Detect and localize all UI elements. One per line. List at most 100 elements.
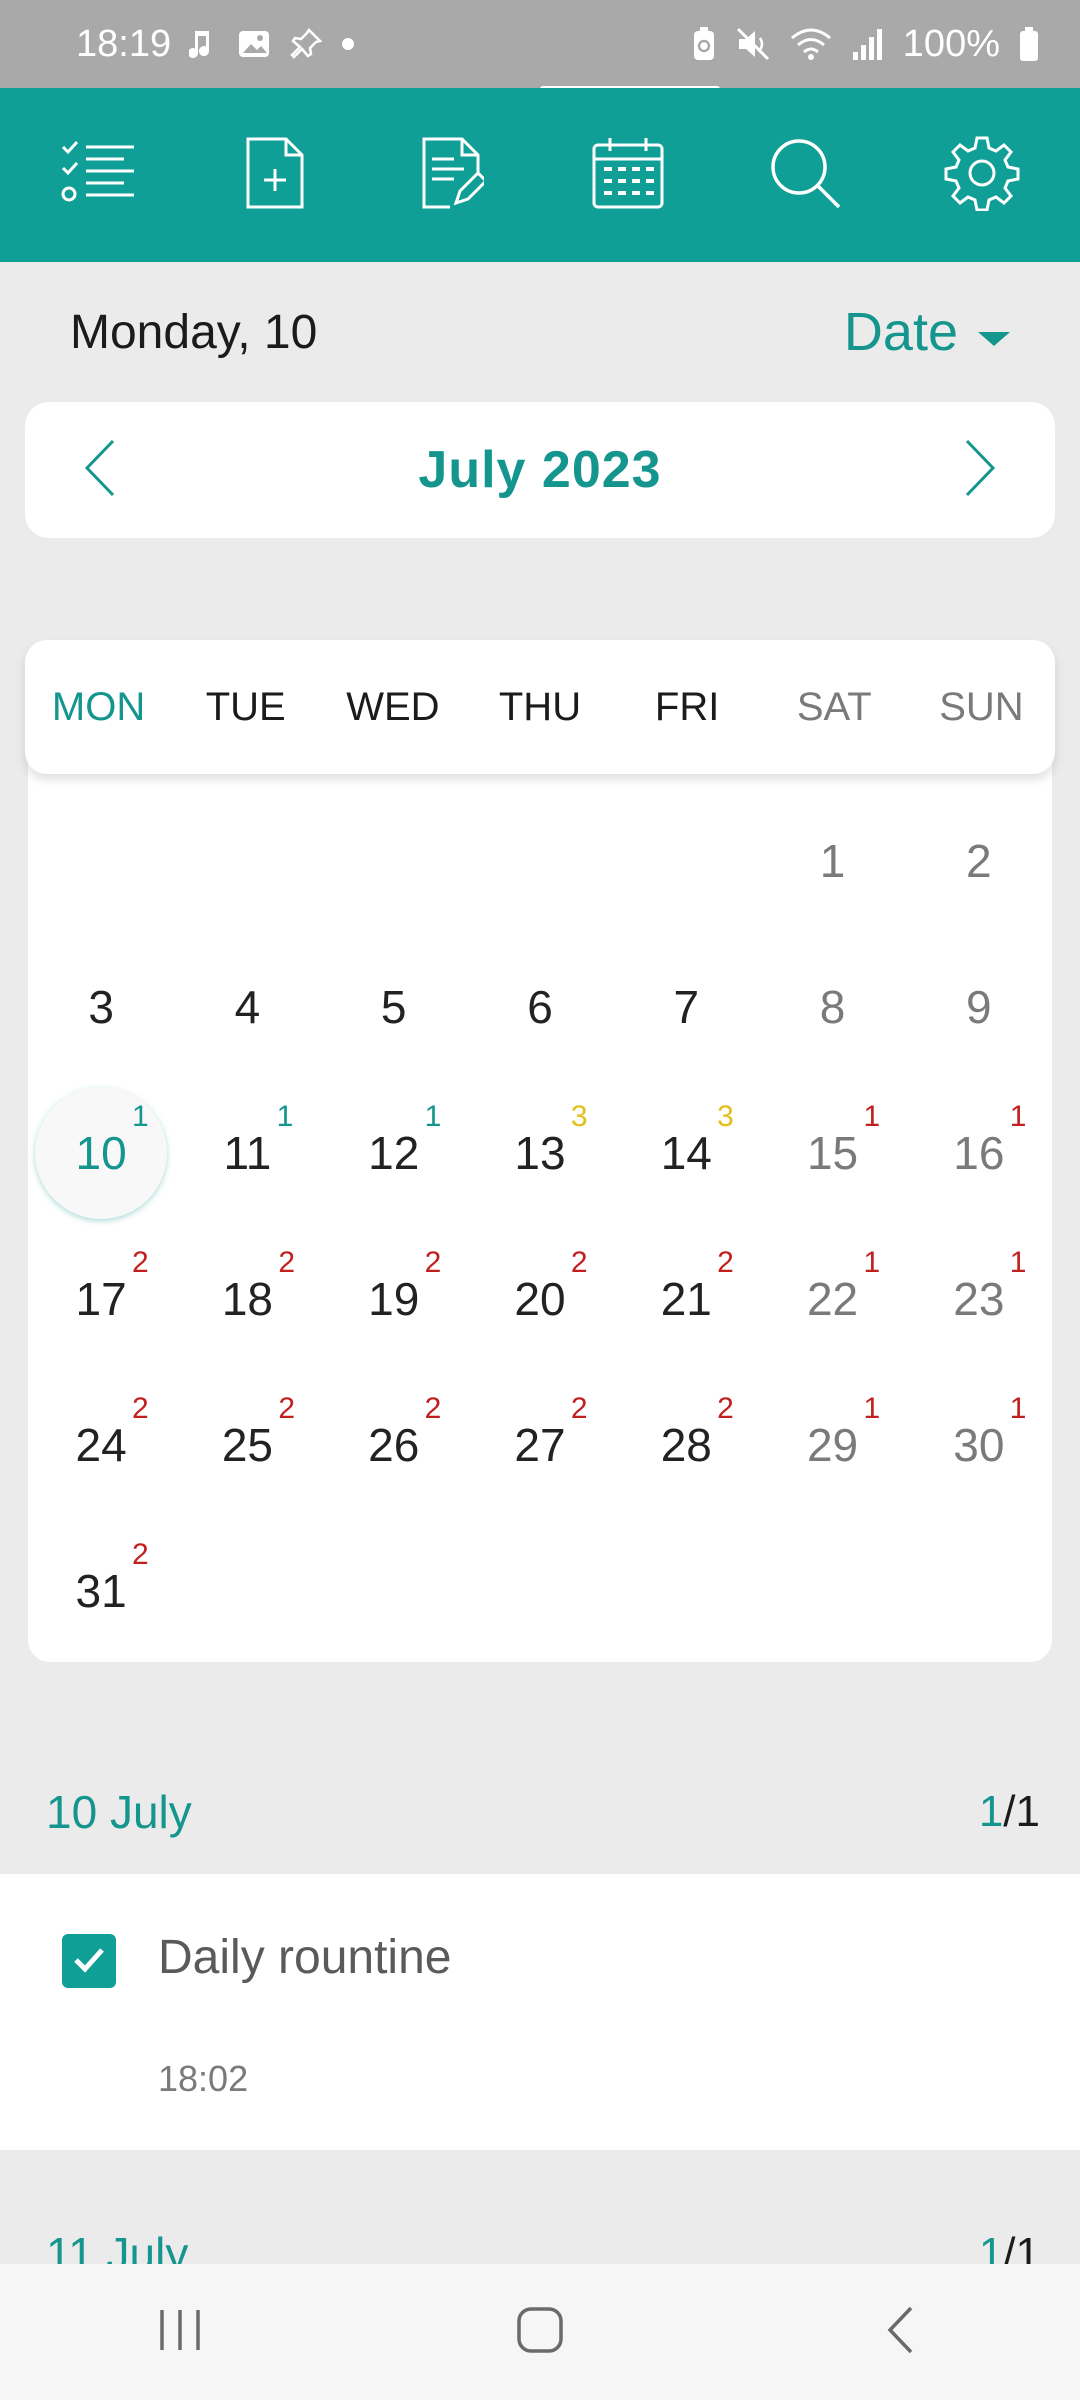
calendar-day[interactable]: 16 1 (906, 1080, 1052, 1226)
day-content: 28 2 (661, 1392, 734, 1472)
checklist-button[interactable] (38, 115, 158, 235)
task-checkbox[interactable] (62, 1934, 116, 1988)
section-count: 1/1 (979, 1787, 1040, 1837)
calendar-day[interactable]: 5 (321, 934, 467, 1080)
day-content: 26 2 (368, 1392, 441, 1472)
calendar-day[interactable]: 17 2 (28, 1226, 174, 1372)
day-content: 14 3 (661, 1100, 734, 1180)
calendar-day[interactable]: 28 2 (613, 1372, 759, 1518)
checklist-icon (60, 135, 136, 216)
calendar-view-button[interactable] (568, 115, 688, 235)
next-month-button[interactable] (945, 430, 1015, 510)
day-number: 31 (75, 1565, 127, 1617)
day-note-count: 2 (570, 1392, 588, 1425)
sort-dropdown[interactable]: Date (844, 301, 1010, 363)
calendar-day[interactable]: 3 (28, 934, 174, 1080)
back-button[interactable] (830, 2282, 970, 2382)
pin-icon (289, 27, 323, 61)
checkmark-icon (69, 1939, 109, 1984)
day-content: 31 2 (75, 1538, 149, 1618)
calendar-day[interactable]: 12 1 (321, 1080, 467, 1226)
calendar-day[interactable]: 20 2 (467, 1226, 613, 1372)
calendar-blank (613, 788, 759, 934)
day-number: 23 (953, 1273, 1005, 1325)
calendar-day[interactable]: 11 1 (174, 1080, 320, 1226)
day-content: 30 1 (953, 1392, 1026, 1472)
weekday-sun: SUN (939, 684, 1024, 729)
calendar-icon (590, 135, 666, 216)
task-item[interactable]: Daily rountine 18:02 (0, 1874, 1080, 2150)
calendar-day[interactable]: 1 (759, 788, 905, 934)
day-content: 27 2 (514, 1392, 587, 1472)
recent-apps-button[interactable] (110, 2282, 250, 2382)
calendar-day[interactable]: 15 1 (759, 1080, 905, 1226)
calendar-day[interactable]: 2 (906, 788, 1052, 934)
day-number: 30 (953, 1419, 1005, 1471)
calendar-day[interactable]: 19 2 (321, 1226, 467, 1372)
calendar-day[interactable]: 29 1 (759, 1372, 905, 1518)
battery-level: 100% (902, 22, 1000, 65)
calendar-day[interactable]: 22 1 (759, 1226, 905, 1372)
day-number: 12 (368, 1127, 420, 1179)
edit-note-button[interactable] (392, 115, 512, 235)
calendar-day[interactable]: 7 (613, 934, 759, 1080)
calendar-day[interactable]: 8 (759, 934, 905, 1080)
day-note-count: 1 (132, 1100, 149, 1133)
day-number: 22 (806, 1273, 859, 1325)
day-number: 3 (88, 981, 114, 1033)
calendar-day[interactable]: 25 2 (174, 1372, 320, 1518)
previous-month-button[interactable] (65, 430, 135, 510)
recent-apps-icon (156, 2308, 204, 2357)
calendar-day[interactable]: 23 1 (906, 1226, 1052, 1372)
settings-button[interactable] (922, 115, 1042, 235)
battery-icon (1018, 26, 1040, 62)
calendar-day[interactable]: 30 1 (906, 1372, 1052, 1518)
day-content: 5 (381, 980, 407, 1034)
calendar-day-selected[interactable]: 10 1 (28, 1080, 174, 1226)
calendar-day[interactable]: 27 2 (467, 1372, 613, 1518)
day-note-count: 2 (132, 1538, 149, 1571)
day-note-count: 2 (570, 1246, 588, 1279)
weekday-header: MON TUE WED THU FRI SAT SUN (25, 640, 1055, 774)
image-icon (237, 27, 271, 61)
wifi-icon (789, 26, 833, 62)
sort-label: Date (843, 302, 958, 362)
day-content: 6 (527, 980, 553, 1034)
day-note-count: 2 (278, 1392, 295, 1425)
day-content: 25 2 (222, 1392, 295, 1472)
new-note-button[interactable] (215, 115, 335, 235)
calendar-day[interactable]: 24 2 (28, 1372, 174, 1518)
day-number: 20 (514, 1273, 566, 1325)
day-number: 10 (75, 1127, 127, 1179)
calendar-day[interactable]: 6 (467, 934, 613, 1080)
edit-note-icon (420, 135, 488, 216)
home-button[interactable] (470, 2282, 610, 2382)
day-number: 13 (514, 1127, 566, 1179)
calendar-day[interactable]: 26 2 (321, 1372, 467, 1518)
day-content: 4 (235, 980, 261, 1034)
section-count-total: /1 (1003, 1787, 1040, 1836)
calendar-blank (28, 788, 174, 934)
day-note-count: 1 (1009, 1246, 1027, 1279)
calendar-day[interactable]: 18 2 (174, 1226, 320, 1372)
calendar-day[interactable]: 13 3 (467, 1080, 613, 1226)
calendar-blank (467, 788, 613, 934)
status-time: 18:19 (76, 22, 172, 65)
day-content: 16 1 (953, 1100, 1026, 1180)
calendar-day[interactable]: 4 (174, 934, 320, 1080)
day-note-count: 1 (276, 1100, 294, 1133)
section-count-current: 1 (978, 1787, 1004, 1836)
status-bar: 18:19 100% (0, 0, 1080, 88)
calendar-day[interactable]: 14 3 (613, 1080, 759, 1226)
calendar-day[interactable]: 9 (906, 934, 1052, 1080)
day-number: 11 (223, 1127, 272, 1179)
back-icon (885, 2305, 915, 2360)
weekday-tue: TUE (205, 684, 286, 729)
section-date: 10 July (46, 1786, 192, 1838)
day-content: 12 1 (368, 1100, 441, 1180)
calendar-day[interactable]: 31 2 (28, 1518, 174, 1664)
day-note-count: 1 (863, 1100, 881, 1133)
day-number: 18 (221, 1273, 273, 1325)
calendar-day[interactable]: 21 2 (613, 1226, 759, 1372)
search-button[interactable] (745, 115, 865, 235)
